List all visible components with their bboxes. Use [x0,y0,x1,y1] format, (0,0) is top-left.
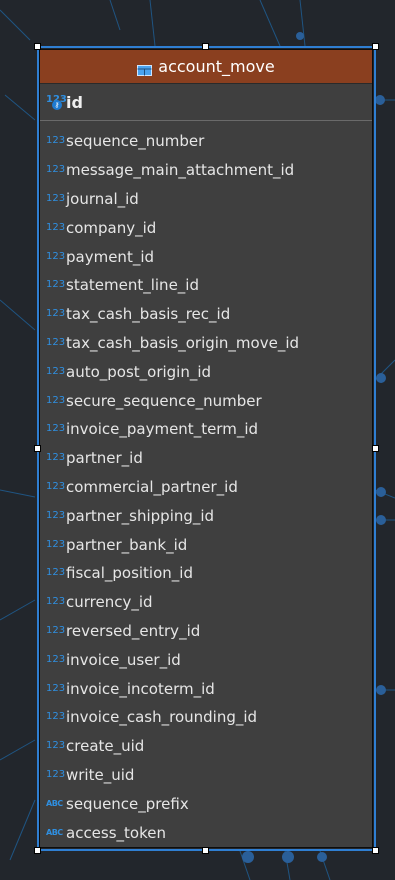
entity-title: account_move [158,57,275,76]
column-name: partner_shipping_id [66,506,215,525]
column-name: statement_line_id [66,276,199,295]
column-row[interactable]: 123 statement_line_id [40,271,372,300]
column-row[interactable]: 123 company_id [40,213,372,242]
column-name: invoice_incoterm_id [66,679,215,698]
numeric-type-icon: 123 [46,135,66,147]
column-name: message_main_attachment_id [66,161,295,180]
column-row[interactable]: 123 invoice_cash_rounding_id [40,703,372,732]
column-row[interactable]: 123 partner_shipping_id [40,501,372,530]
column-row[interactable]: 123 tax_cash_basis_rec_id [40,300,372,329]
column-name: tax_cash_basis_origin_move_id [66,333,300,352]
column-row[interactable]: ABC sequence_prefix [40,789,372,818]
numeric-type-icon: 123 [46,365,66,377]
primary-key-icon: 123 ⚷ [46,94,67,110]
entity-box-account-move[interactable]: account_move 123 ⚷ id 123sequence_number… [39,49,373,848]
numeric-type-icon: 123 [46,192,66,204]
numeric-type-icon: 123 [46,711,66,723]
column-name: create_uid [66,737,145,756]
column-name: payment_id [66,247,155,266]
column-name: invoice_cash_rounding_id [66,708,258,727]
numeric-type-icon: 123 [46,740,66,752]
column-name: partner_id [66,449,143,468]
numeric-type-icon: 123 [46,480,66,492]
column-row[interactable]: 123 message_main_attachment_id [40,156,372,185]
column-row[interactable]: 123 partner_bank_id [40,530,372,559]
numeric-type-icon: 123 [46,221,66,233]
column-row[interactable]: 123 currency_id [40,588,372,617]
numeric-type-icon: 123 [46,394,66,406]
numeric-type-icon: 123 [46,624,66,636]
resize-handle-top-right[interactable] [372,43,379,50]
numeric-type-icon: 123 [46,567,66,579]
column-row[interactable]: 123 partner_id [40,444,372,473]
column-name: journal_id [66,189,139,208]
column-name: write_uid [66,765,135,784]
numeric-type-icon: 123 [46,452,66,464]
column-row[interactable]: 123 commercial_partner_id [40,473,372,502]
numeric-type-icon: 123 [46,538,66,550]
column-name: invoice_user_id [66,650,181,669]
resize-handle-middle-left[interactable] [34,445,41,452]
numeric-type-icon: 123 [46,682,66,694]
table-icon [137,61,153,76]
resize-handle-top-left[interactable] [34,43,41,50]
column-row[interactable]: 123 invoice_payment_term_id [40,415,372,444]
column-row[interactable]: 123 invoice_user_id [40,645,372,674]
primary-key-row[interactable]: 123 ⚷ id [40,84,372,121]
numeric-type-icon: 123 [46,509,66,521]
entity-header[interactable]: account_move [40,50,372,84]
numeric-type-icon: 123 [46,164,66,176]
column-name: secure_sequence_number [66,391,262,410]
primary-key-name: id [66,92,83,112]
numeric-type-icon: 123 [46,596,66,608]
column-row[interactable]: 123 payment_id [40,242,372,271]
column-row[interactable]: 123 write_uid [40,761,372,790]
column-row[interactable]: 123 invoice_incoterm_id [40,674,372,703]
numeric-type-icon: 123 [46,768,66,780]
numeric-type-icon: 123 [46,279,66,291]
column-name: sequence_number [66,132,205,151]
column-name: tax_cash_basis_rec_id [66,305,231,324]
resize-handle-bottom-center[interactable] [202,847,209,854]
numeric-type-icon: 123 [46,308,66,320]
text-type-icon: ABC [46,799,63,809]
column-name: fiscal_position_id [66,564,193,583]
column-list: 123 sequence_number 123 message_main_attac… [40,121,372,847]
resize-handle-bottom-left[interactable] [34,847,41,854]
column-name: currency_id [66,593,153,612]
resize-handle-middle-right[interactable] [372,445,379,452]
numeric-type-icon: 123 [46,336,66,348]
column-row[interactable]: 123 journal_id [40,185,372,214]
numeric-type-icon: 123 [46,250,66,262]
column-row[interactable]: 123 secure_sequence_number [40,386,372,415]
column-name: sequence_prefix [66,794,189,813]
column-row[interactable]: 123 auto_post_origin_id [40,357,372,386]
column-name: access_token [66,823,166,842]
column-name: commercial_partner_id [66,477,238,496]
column-row[interactable]: 123 tax_cash_basis_origin_move_id [40,329,372,358]
column-row[interactable]: 123 reversed_entry_id [40,617,372,646]
text-type-icon: ABC [46,828,63,838]
column-name: company_id [66,218,157,237]
column-row[interactable]: ABC access_token [40,818,372,847]
column-row[interactable]: 123 create_uid [40,732,372,761]
column-name: auto_post_origin_id [66,362,212,381]
column-name: partner_bank_id [66,535,188,554]
column-row[interactable]: 123 fiscal_position_id [40,559,372,588]
numeric-type-icon: 123 [46,653,66,665]
column-name: reversed_entry_id [66,621,201,640]
numeric-type-icon: 123 [46,423,66,435]
column-row[interactable]: 123 sequence_number [40,127,372,156]
column-name: invoice_payment_term_id [66,420,259,439]
resize-handle-bottom-right[interactable] [372,847,379,854]
resize-handle-top-center[interactable] [202,43,209,50]
